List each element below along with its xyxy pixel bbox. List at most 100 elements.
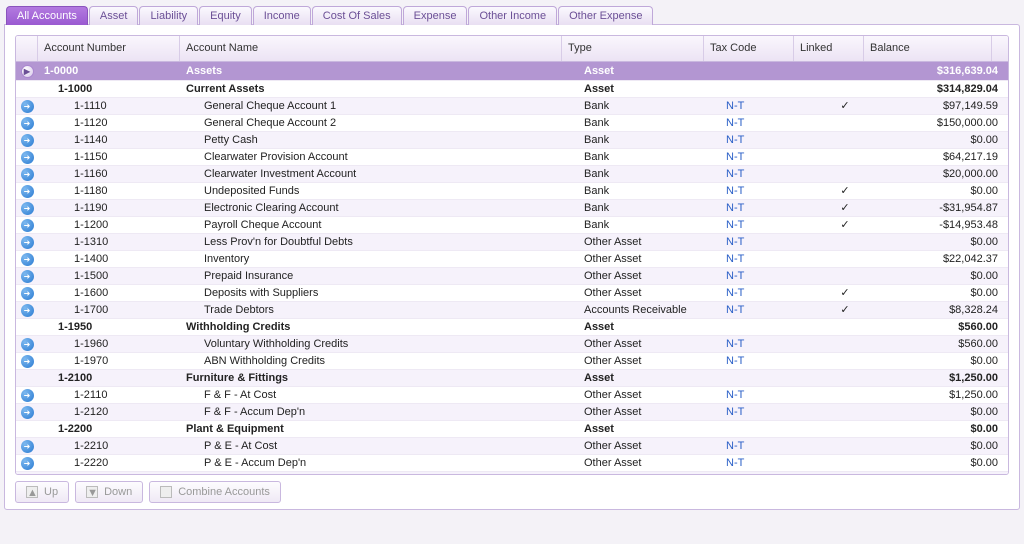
tab-other-income[interactable]: Other Income xyxy=(468,6,557,25)
header-type[interactable]: Type xyxy=(562,36,704,61)
cell-account-name: Withholding Credits xyxy=(180,319,578,335)
up-button[interactable]: ▲Up xyxy=(15,481,69,503)
cell-type: Bank xyxy=(578,132,720,148)
cell-tax-code: N-T xyxy=(720,268,810,284)
table-row[interactable]: ➜1-1500Prepaid InsuranceOther AssetN-T$0… xyxy=(16,268,1008,285)
table-row[interactable]: ➜1-1700Trade DebtorsAccounts ReceivableN… xyxy=(16,302,1008,319)
cell-account-name: Petty Cash xyxy=(180,132,578,148)
row-expand-icon[interactable]: ➜ xyxy=(16,304,38,317)
cell-balance: $560.00 xyxy=(880,319,1008,335)
table-row[interactable]: ➜1-1140Petty CashBankN-T$0.00 xyxy=(16,132,1008,149)
table-row[interactable]: 1-2300Motor VehiclesAsset$0.00 xyxy=(16,472,1008,474)
table-row[interactable]: ➜1-1120General Cheque Account 2BankN-T$1… xyxy=(16,115,1008,132)
table-row[interactable]: ➜1-2210P & E - At CostOther AssetN-T$0.0… xyxy=(16,438,1008,455)
table-row[interactable]: 1-2200Plant & EquipmentAsset$0.00 xyxy=(16,421,1008,438)
cell-account-name: Electronic Clearing Account xyxy=(180,200,578,216)
cell-type: Accounts Receivable xyxy=(578,302,720,318)
row-expand-icon[interactable]: ➜ xyxy=(16,440,38,453)
row-expand-icon[interactable]: ➜ xyxy=(16,338,38,351)
cell-type: Other Asset xyxy=(578,268,720,284)
row-expand-icon[interactable]: ➜ xyxy=(16,134,38,147)
tab-income[interactable]: Income xyxy=(253,6,311,25)
row-expand-icon[interactable]: ➜ xyxy=(16,100,38,113)
row-expand-icon[interactable]: ➜ xyxy=(16,219,38,232)
table-row[interactable]: ➜1-1400InventoryOther AssetN-T$22,042.37 xyxy=(16,251,1008,268)
cell-linked: ✓ xyxy=(810,98,880,114)
cell-tax-code: N-T xyxy=(720,115,810,131)
header-tax-code[interactable]: Tax Code xyxy=(704,36,794,61)
table-row[interactable]: ➜1-1600Deposits with SuppliersOther Asse… xyxy=(16,285,1008,302)
cell-tax-code xyxy=(720,472,810,474)
row-expand-icon[interactable]: ➜ xyxy=(16,389,38,402)
table-row[interactable]: ➜1-2220P & E - Accum Dep'nOther AssetN-T… xyxy=(16,455,1008,472)
cell-linked xyxy=(810,421,880,437)
cell-tax-code: N-T xyxy=(720,404,810,420)
table-row[interactable]: 1-2100Furniture & FittingsAsset$1,250.00 xyxy=(16,370,1008,387)
table-row[interactable]: 1-1000Current AssetsAsset$314,829.04 xyxy=(16,81,1008,98)
row-expand-icon[interactable]: ➜ xyxy=(16,270,38,283)
row-expand-icon[interactable]: ➜ xyxy=(16,355,38,368)
tab-equity[interactable]: Equity xyxy=(199,6,252,25)
cell-account-name: General Cheque Account 1 xyxy=(180,98,578,114)
header-account-name[interactable]: Account Name xyxy=(180,36,562,61)
cell-type: Other Asset xyxy=(578,285,720,301)
row-expand-icon[interactable]: ➜ xyxy=(16,202,38,215)
row-expand-icon[interactable]: ➜ xyxy=(16,236,38,249)
tab-liability[interactable]: Liability xyxy=(139,6,198,25)
table-row[interactable]: ➜1-1110General Cheque Account 1BankN-T✓$… xyxy=(16,98,1008,115)
cell-type: Other Asset xyxy=(578,438,720,454)
cell-tax-code xyxy=(720,370,810,386)
cell-type: Other Asset xyxy=(578,251,720,267)
cell-tax-code: N-T xyxy=(720,217,810,233)
table-row[interactable]: ➜1-1970ABN Withholding CreditsOther Asse… xyxy=(16,353,1008,370)
cell-account-number: 1-1110 xyxy=(38,98,180,114)
cell-type: Asset xyxy=(578,421,720,437)
table-row[interactable]: ➜1-2110F & F - At CostOther AssetN-T$1,2… xyxy=(16,387,1008,404)
cell-account-name: Trade Debtors xyxy=(180,302,578,318)
table-row[interactable]: ➜1-2120F & F - Accum Dep'nOther AssetN-T… xyxy=(16,404,1008,421)
table-row[interactable]: ➜1-1160Clearwater Investment AccountBank… xyxy=(16,166,1008,183)
cell-account-number: 1-1190 xyxy=(38,200,180,216)
cell-account-name: Clearwater Provision Account xyxy=(180,149,578,165)
cell-account-name: Current Assets xyxy=(180,81,578,97)
table-row[interactable]: ➜1-1960Voluntary Withholding CreditsOthe… xyxy=(16,336,1008,353)
cell-balance: $22,042.37 xyxy=(880,251,1008,267)
tab-cost-of-sales[interactable]: Cost Of Sales xyxy=(312,6,402,25)
row-expand-icon[interactable]: ➜ xyxy=(16,117,38,130)
row-expand-icon[interactable]: ➜ xyxy=(16,168,38,181)
row-expand-icon[interactable]: ➜ xyxy=(16,406,38,419)
cell-type: Asset xyxy=(578,472,720,474)
table-row[interactable]: ➜1-1180Undeposited FundsBankN-T✓$0.00 xyxy=(16,183,1008,200)
cell-type: Other Asset xyxy=(578,353,720,369)
table-row[interactable]: ➜1-1310Less Prov'n for Doubtful DebtsOth… xyxy=(16,234,1008,251)
cell-tax-code: N-T xyxy=(720,336,810,352)
cell-type: Bank xyxy=(578,183,720,199)
tab-other-expense[interactable]: Other Expense xyxy=(558,6,653,25)
header-balance[interactable]: Balance xyxy=(864,36,992,61)
down-button[interactable]: ▼Down xyxy=(75,481,143,503)
header-account-number[interactable]: Account Number xyxy=(38,36,180,61)
row-expand-icon[interactable]: ▶ xyxy=(16,65,38,78)
cell-account-number: 1-1970 xyxy=(38,353,180,369)
table-row[interactable]: 1-1950Withholding CreditsAsset$560.00 xyxy=(16,319,1008,336)
tab-all-accounts[interactable]: All Accounts xyxy=(6,6,88,25)
table-row[interactable]: ➜1-1190Electronic Clearing AccountBankN-… xyxy=(16,200,1008,217)
cell-balance: $0.00 xyxy=(880,268,1008,284)
cell-type: Bank xyxy=(578,217,720,233)
cell-account-name: Prepaid Insurance xyxy=(180,268,578,284)
grid-rows[interactable]: ▶1-0000AssetsAsset$316,639.041-1000Curre… xyxy=(16,62,1008,474)
row-expand-icon[interactable]: ➜ xyxy=(16,287,38,300)
row-expand-icon[interactable]: ➜ xyxy=(16,457,38,470)
row-expand-icon[interactable]: ➜ xyxy=(16,253,38,266)
header-linked[interactable]: Linked xyxy=(794,36,864,61)
cell-account-name: ABN Withholding Credits xyxy=(180,353,578,369)
combine-accounts-button[interactable]: Combine Accounts xyxy=(149,481,281,503)
tab-expense[interactable]: Expense xyxy=(403,6,468,25)
row-expand-icon[interactable]: ➜ xyxy=(16,185,38,198)
cell-account-name: Clearwater Investment Account xyxy=(180,166,578,182)
table-row[interactable]: ▶1-0000AssetsAsset$316,639.04 xyxy=(16,62,1008,81)
tab-asset[interactable]: Asset xyxy=(89,6,139,25)
table-row[interactable]: ➜1-1200Payroll Cheque AccountBankN-T✓-$1… xyxy=(16,217,1008,234)
table-row[interactable]: ➜1-1150Clearwater Provision AccountBankN… xyxy=(16,149,1008,166)
row-expand-icon[interactable]: ➜ xyxy=(16,151,38,164)
